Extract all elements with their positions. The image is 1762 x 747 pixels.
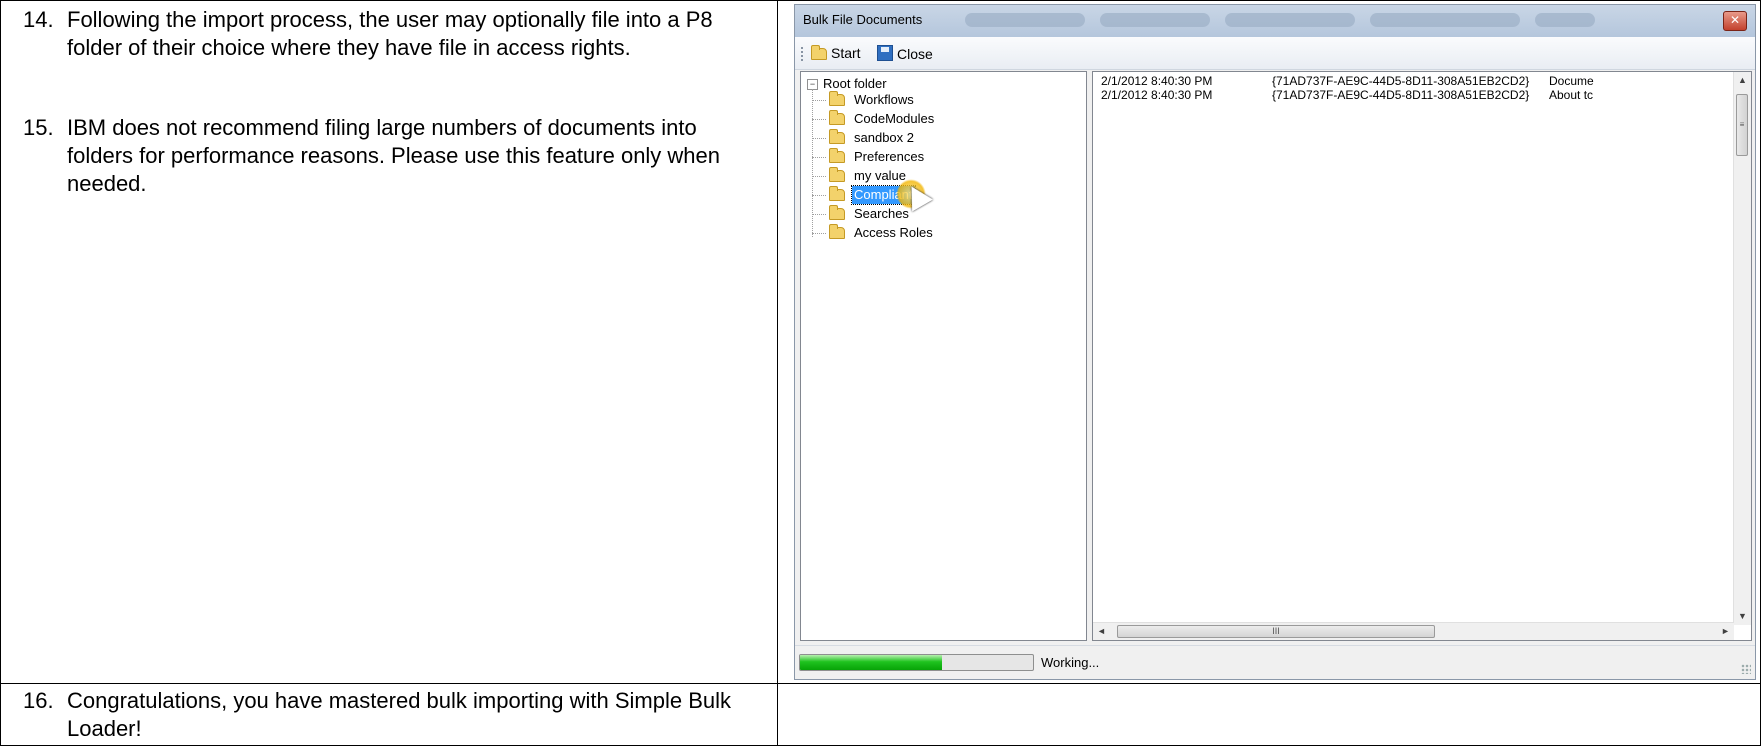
step-text: IBM does not recommend filing large numb… [67,115,721,196]
log-date: 2/1/2012 8:40:30 PM [1101,88,1213,102]
close-label: Close [897,46,933,62]
folder-icon [811,45,827,60]
log-list[interactable]: 2/1/2012 8:40:30 PM {71AD737F-AE9C-44D5-… [1092,71,1752,641]
scroll-right-icon[interactable]: ► [1717,623,1734,640]
blurred-tab [1225,13,1355,27]
log-date: 2/1/2012 8:40:30 PM [1101,74,1213,88]
progress-fill [800,655,943,670]
toolbar: Start Close [795,37,1755,70]
step-text: Following the import process, the user m… [67,7,713,60]
tree-node-label: Access Roles [854,225,933,240]
folder-icon [829,91,845,106]
save-disk-icon [877,45,893,61]
folder-icon [829,167,845,182]
tree-node-label: Preferences [854,149,925,164]
scroll-thumb[interactable]: ≡ [1736,94,1748,156]
title-bar[interactable]: Bulk File Documents ✕ [795,5,1755,37]
log-message: Docume [1549,74,1594,88]
root-folder-label: Root folder [823,76,887,91]
vertical-scrollbar[interactable]: ▲ ≡ ▼ [1733,72,1751,625]
folder-icon [829,186,845,201]
tree-root[interactable]: − Root folder [807,76,887,91]
scroll-thumb[interactable]: III [1117,625,1435,638]
folder-tree[interactable]: − Root folder Workflows CodeModules sandb… [800,71,1087,641]
tree-node-label: Searches [854,206,909,221]
blurred-tab [1370,13,1520,27]
tree-node-label: CodeModules [854,111,935,126]
horizontal-scrollbar[interactable]: ◄ III ► [1093,622,1734,640]
toolbar-grip[interactable] [801,47,805,61]
progress-bar [799,654,1034,671]
folder-icon [829,148,845,163]
folder-icon [829,129,845,144]
log-message: About tc [1549,88,1594,102]
scroll-left-icon[interactable]: ◄ [1093,623,1110,640]
blurred-tab [1535,13,1595,27]
step-text: Congratulations, you have mastered bulk … [67,688,731,741]
blurred-tab [1100,13,1210,27]
log-guid: {71AD737F-AE9C-44D5-8D11-308A51EB2CD2} [1272,88,1530,102]
start-button[interactable]: Start [811,45,861,61]
scroll-up-icon[interactable]: ▲ [1734,72,1751,89]
tree-node-label: Workflows [854,92,914,107]
folder-icon [829,205,845,220]
start-label: Start [831,45,861,61]
step-number: 16. [23,688,54,713]
blurred-tab [965,13,1085,27]
window-close-button[interactable]: ✕ [1723,11,1747,31]
resize-grip-icon[interactable] [1741,664,1751,674]
close-button[interactable]: Close [877,45,933,62]
instruction-cell: 14. Following the import process, the us… [0,0,778,684]
window-title: Bulk File Documents [803,12,923,27]
status-bar: Working... [795,645,1755,679]
step-number: 15. [23,115,54,140]
instruction-cell: 16. Congratulations, you have mastered b… [0,683,778,746]
empty-cell [777,683,1761,746]
folder-icon [829,224,845,239]
log-guid: {71AD737F-AE9C-44D5-8D11-308A51EB2CD2} [1272,74,1530,88]
tree-node-label: sandbox 2 [854,130,914,145]
step-number: 14. [23,7,54,32]
bulk-file-documents-window: Bulk File Documents ✕ Start Close − Root … [794,4,1756,680]
scroll-down-icon[interactable]: ▼ [1734,608,1751,625]
status-text: Working... [1041,655,1100,670]
folder-icon [829,110,845,125]
